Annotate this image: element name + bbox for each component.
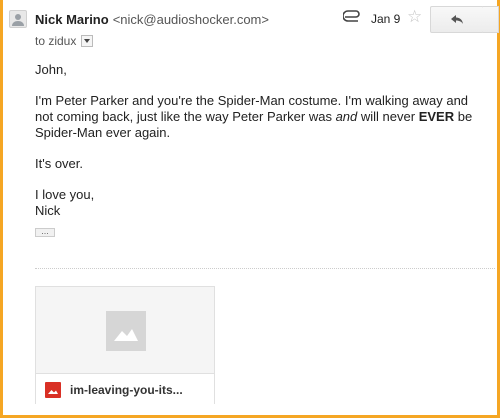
paragraph-2: It's over. xyxy=(35,156,84,171)
more-options-button[interactable] xyxy=(483,6,499,33)
attachment-file-name[interactable]: im-leaving-you-its... xyxy=(70,383,183,397)
reply-arrow-icon xyxy=(451,15,463,24)
email-message: Nick Marino <nick@audioshocker.com> to zi… xyxy=(0,0,500,418)
person-icon xyxy=(12,14,24,26)
paragraph-1-bold: EVER xyxy=(418,109,455,124)
avatar xyxy=(9,10,27,28)
message-body: John, I'm Peter Parker and you're the Sp… xyxy=(35,62,480,219)
attachment-card[interactable]: im-leaving-you-its... xyxy=(35,286,215,404)
attachment-preview[interactable] xyxy=(36,287,214,373)
attachment-footer[interactable]: im-leaving-you-its... xyxy=(36,373,214,404)
message-date: Jan 9 xyxy=(371,12,401,26)
sender-name[interactable]: Nick Marino xyxy=(35,12,109,27)
sender[interactable]: Nick Marino <nick@audioshocker.com> xyxy=(35,12,269,27)
paragraph-1-italic: and xyxy=(335,109,358,124)
reply-button[interactable] xyxy=(430,6,484,33)
divider xyxy=(35,268,495,269)
image-file-icon xyxy=(45,382,61,398)
paragraph-1-text-b: will never xyxy=(357,109,419,124)
image-icon xyxy=(106,311,146,351)
closing: I love you, Nick xyxy=(35,187,480,219)
sender-email: <nick@audioshocker.com> xyxy=(112,12,269,27)
paragraph-1: I'm Peter Parker and you're the Spider-M… xyxy=(35,93,480,141)
recipient-line: to zidux xyxy=(35,34,94,48)
show-details-dropdown[interactable] xyxy=(81,35,94,47)
show-trimmed-content-button[interactable]: ... xyxy=(35,227,55,237)
recipient-text: to zidux xyxy=(35,34,77,48)
closing-line: I love you, xyxy=(35,187,95,202)
star-icon[interactable]: ☆ xyxy=(407,8,422,25)
signature: Nick xyxy=(35,203,61,218)
paperclip-icon xyxy=(342,10,363,29)
greeting: John, xyxy=(35,62,67,77)
